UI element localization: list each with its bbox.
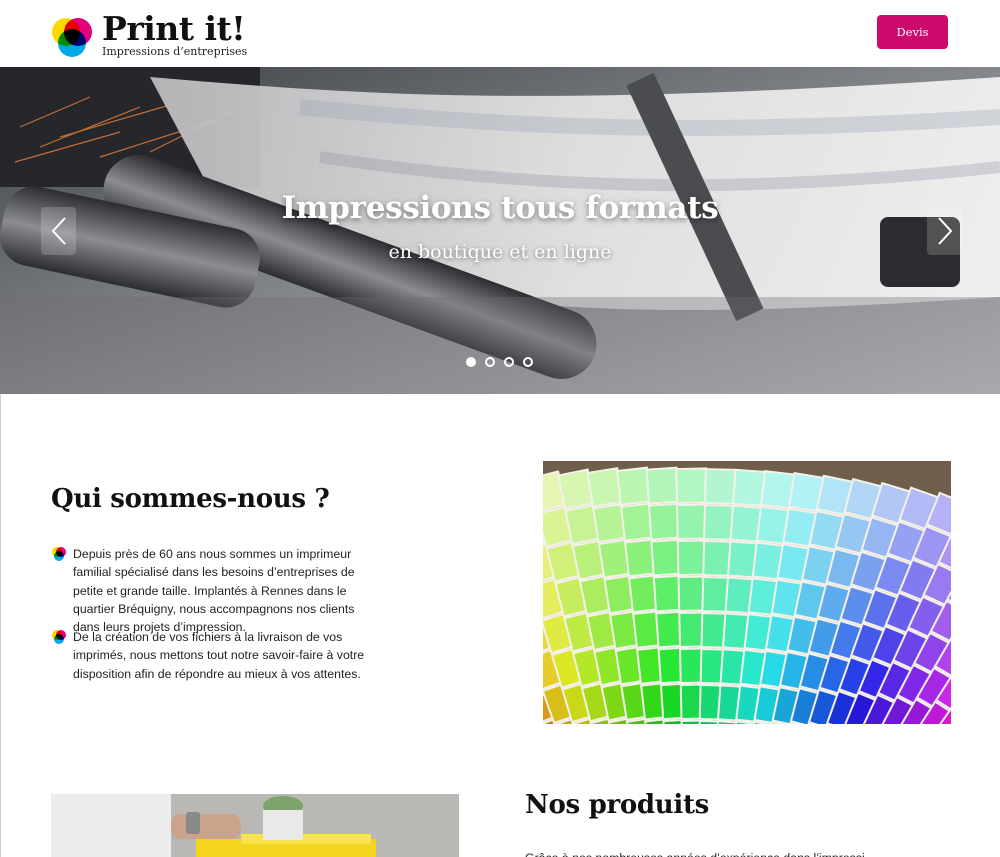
cmyk-circles-icon: [52, 630, 66, 644]
logo[interactable]: Print it! Impressions d’entreprises: [50, 10, 250, 60]
carousel-dot-4[interactable]: [523, 357, 533, 367]
about-paragraph-text: Depuis près de 60 ans nous sommes un imp…: [73, 547, 355, 635]
hero-title: Impressions tous formats: [281, 190, 719, 226]
cmyk-circles-icon: [52, 547, 66, 561]
about-title: Qui sommes-nous ?: [51, 484, 330, 514]
products-image: [51, 794, 459, 857]
printing-press-image: [0, 67, 1000, 394]
carousel-indicators: [466, 357, 533, 367]
carousel-dot-2[interactable]: [485, 357, 495, 367]
logo-subtitle: Impressions d’entreprises: [102, 45, 248, 58]
carousel-dot-1[interactable]: [466, 357, 476, 367]
carousel-next-button[interactable]: [927, 207, 962, 255]
products-title: Nos produits: [525, 790, 710, 820]
logo-title: Print it!: [102, 9, 246, 48]
chevron-left-icon: [51, 217, 66, 245]
products-intro: Grâce à nos nombreuses années d’expérien…: [525, 849, 865, 857]
site-header: Print it! Impressions d’entreprises Devi…: [0, 0, 1000, 67]
about-paragraph: De la création de vos fichiers à la livr…: [51, 628, 381, 683]
page-border: [0, 394, 1, 857]
about-paragraph: Depuis près de 60 ans nous sommes un imp…: [51, 545, 381, 636]
hero-carousel: Impressions tous formats en boutique et …: [0, 67, 1000, 394]
carousel-dot-3[interactable]: [504, 357, 514, 367]
about-paragraph-text: De la création de vos fichiers à la livr…: [73, 630, 365, 681]
hero-subtitle: en boutique et en ligne: [388, 241, 612, 263]
devis-button[interactable]: Devis: [877, 15, 948, 49]
color-swatch-image: [543, 461, 951, 724]
carousel-prev-button[interactable]: [41, 207, 76, 255]
cmyk-circles-icon: [52, 18, 92, 57]
chevron-right-icon: [937, 217, 952, 245]
